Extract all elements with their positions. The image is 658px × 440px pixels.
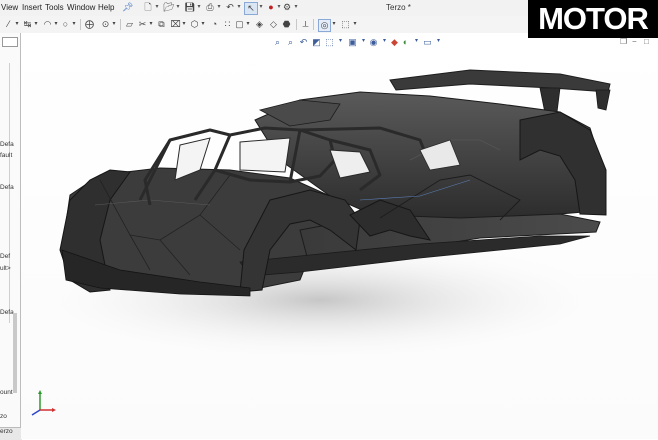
brand-logo: MOTOR — [528, 0, 658, 38]
coordinate-triad — [31, 390, 56, 416]
z-axis — [31, 409, 41, 416]
car-3d-model[interactable] — [0, 0, 658, 439]
